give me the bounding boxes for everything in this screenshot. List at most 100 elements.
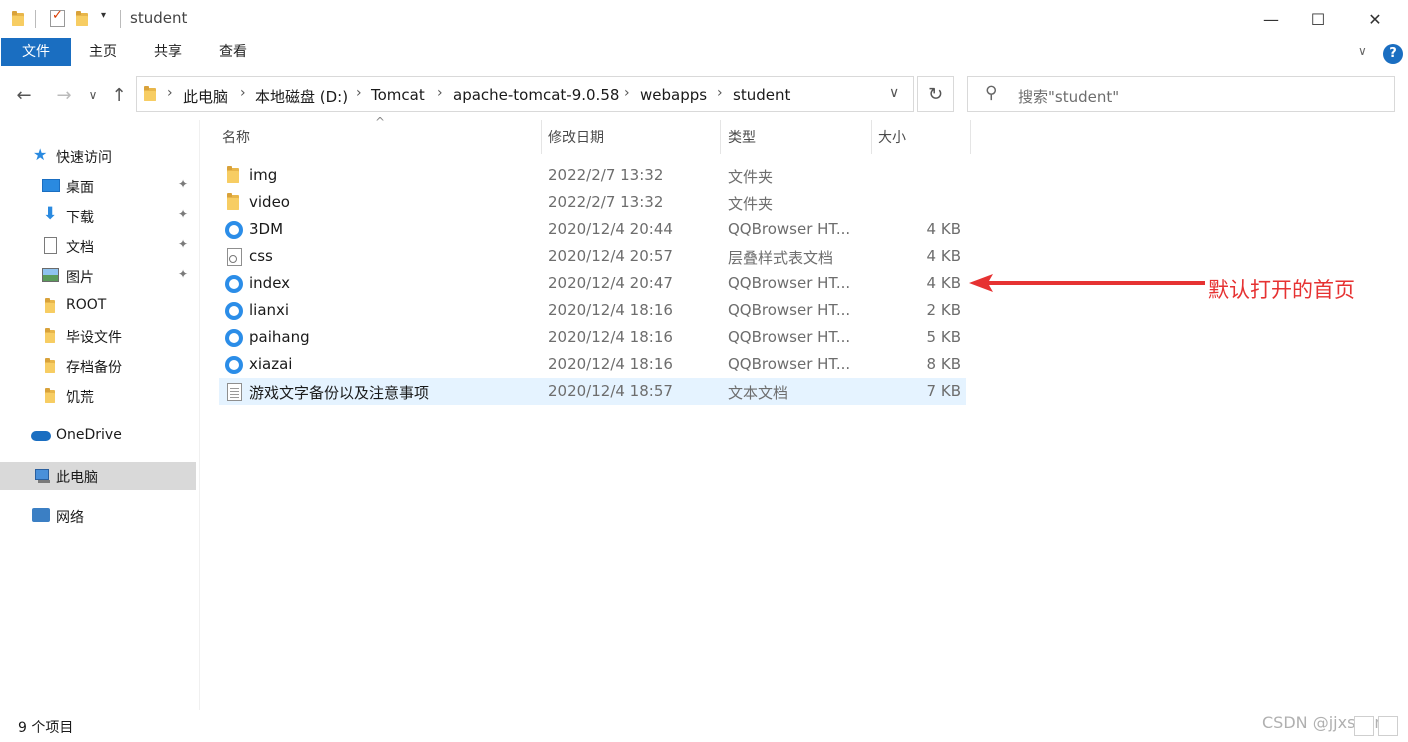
refresh-button[interactable]: ↻ <box>917 76 954 112</box>
toolbar-divider <box>35 10 36 28</box>
breadcrumb-separator[interactable]: › <box>356 85 362 101</box>
document-icon <box>44 237 57 254</box>
pin-icon[interactable]: ✦ <box>178 177 188 191</box>
ribbon-tabs: 文件 主页 共享 查看 <box>0 38 1408 68</box>
download-arrow-icon: ⬇ <box>43 204 58 224</box>
pane-divider[interactable] <box>199 120 200 710</box>
nav-quick-access[interactable]: ★ 快速访问 <box>0 142 196 170</box>
search-input[interactable]: ⚲ 搜索"student" <box>967 76 1395 112</box>
column-header-name[interactable]: 名称 <box>222 127 250 153</box>
file-size: 5 KB <box>926 328 961 346</box>
nav-item-archive-backup[interactable]: 存档备份 <box>0 352 196 380</box>
new-folder-icon[interactable] <box>76 11 88 26</box>
nav-label: 存档备份 <box>66 360 122 376</box>
file-row-paihang[interactable]: paihang 2020/12/4 18:16 QQBrowser HT... … <box>219 324 966 351</box>
column-header-size[interactable]: 大小 <box>878 127 906 153</box>
computer-base <box>38 480 50 483</box>
file-row-video[interactable]: video 2022/2/7 13:32 文件夹 <box>219 189 966 216</box>
tab-share[interactable]: 共享 <box>147 38 189 66</box>
large-icons-view-button[interactable] <box>1378 716 1398 736</box>
nav-item-root[interactable]: ROOT <box>0 292 196 320</box>
nav-onedrive[interactable]: OneDrive <box>0 422 196 450</box>
nav-item-graduation-files[interactable]: 毕设文件 <box>0 322 196 350</box>
nav-item-pictures[interactable]: 图片 ✦ <box>0 262 196 290</box>
breadcrumb-separator[interactable]: › <box>624 85 630 101</box>
breadcrumb-apache-tomcat[interactable]: apache-tomcat-9.0.58 <box>453 86 619 104</box>
customize-quick-access-icon[interactable]: ▾ <box>101 10 106 21</box>
tab-file[interactable]: 文件 <box>1 38 71 66</box>
breadcrumb-separator[interactable]: › <box>437 85 443 101</box>
breadcrumb-separator[interactable]: › <box>167 85 173 101</box>
nav-item-desktop[interactable]: 桌面 ✦ <box>0 172 196 200</box>
search-icon: ⚲ <box>985 83 998 103</box>
pin-icon[interactable]: ✦ <box>178 207 188 221</box>
details-view-button[interactable] <box>1354 716 1374 736</box>
close-button[interactable]: ✕ <box>1352 0 1398 38</box>
breadcrumb-drive-d[interactable]: 本地磁盘 (D:) <box>255 86 348 107</box>
column-divider[interactable] <box>871 120 872 154</box>
folder-icon <box>45 328 55 343</box>
up-button[interactable]: ↑ <box>105 80 133 110</box>
file-row-css[interactable]: css 2020/12/4 20:57 层叠样式表文档 4 KB <box>219 243 966 270</box>
file-type: 层叠样式表文档 <box>728 249 834 267</box>
file-type: 文件夹 <box>728 168 774 186</box>
minimize-button[interactable]: — <box>1248 0 1294 38</box>
breadcrumb-webapps[interactable]: webapps <box>640 86 707 104</box>
column-header-date[interactable]: 修改日期 <box>548 127 604 153</box>
pin-icon[interactable]: ✦ <box>178 267 188 281</box>
html-file-icon <box>225 302 243 320</box>
properties-icon[interactable]: ✓ <box>50 8 65 27</box>
folder-icon <box>144 86 156 101</box>
tab-home[interactable]: 主页 <box>82 38 124 66</box>
address-dropdown-icon[interactable]: ∨ <box>889 85 899 101</box>
nav-item-documents[interactable]: 文档 ✦ <box>0 232 196 260</box>
help-icon[interactable]: ? <box>1383 44 1403 64</box>
star-icon: ★ <box>33 145 48 164</box>
nav-item-downloads[interactable]: ⬇ 下载 ✦ <box>0 202 196 230</box>
maximize-button[interactable]: ☐ <box>1295 0 1341 38</box>
file-row-lianxi[interactable]: lianxi 2020/12/4 18:16 QQBrowser HT... 2… <box>219 297 966 324</box>
file-name: css <box>249 247 273 265</box>
title-bar: ✓ ▾ student — ☐ ✕ <box>0 0 1408 38</box>
nav-label: ROOT <box>66 297 107 313</box>
file-row-img[interactable]: img 2022/2/7 13:32 文件夹 <box>219 162 966 189</box>
breadcrumb-separator[interactable]: › <box>717 85 723 101</box>
tab-view[interactable]: 查看 <box>212 38 254 66</box>
recent-locations-button[interactable]: ∨ <box>82 80 104 110</box>
nav-label: 文档 <box>66 240 94 256</box>
file-type: QQBrowser HT... <box>728 220 851 238</box>
expand-ribbon-icon[interactable]: ∨ <box>1358 44 1367 58</box>
file-date: 2020/12/4 18:16 <box>548 301 673 319</box>
breadcrumb-separator[interactable]: › <box>240 85 246 101</box>
window-title: student <box>130 9 188 27</box>
column-divider[interactable] <box>720 120 721 154</box>
nav-label: 毕设文件 <box>66 330 122 346</box>
breadcrumb-tomcat[interactable]: Tomcat <box>371 86 425 104</box>
navigation-pane: ★ 快速访问 桌面 ✦ ⬇ 下载 ✦ 文档 ✦ 图片 ✦ ROOT 毕设文件 存… <box>0 120 197 710</box>
back-button[interactable]: ← <box>10 80 38 110</box>
folder-icon <box>45 298 55 313</box>
file-row-xiazai[interactable]: xiazai 2020/12/4 18:16 QQBrowser HT... 8… <box>219 351 966 378</box>
file-name: lianxi <box>249 301 290 319</box>
file-row-game-notes[interactable]: 游戏文字备份以及注意事项 2020/12/4 18:57 文本文档 7 KB <box>219 378 966 405</box>
file-date: 2022/2/7 13:32 <box>548 193 664 211</box>
forward-button[interactable]: → <box>50 80 78 110</box>
pin-icon[interactable]: ✦ <box>178 237 188 251</box>
nav-item-dont-starve[interactable]: 饥荒 <box>0 382 196 410</box>
column-header-type[interactable]: 类型 <box>728 127 756 153</box>
nav-label: OneDrive <box>56 427 122 443</box>
column-divider[interactable] <box>970 120 971 154</box>
file-row-3dm[interactable]: 3DM 2020/12/4 20:44 QQBrowser HT... 4 KB <box>219 216 966 243</box>
breadcrumb-this-pc[interactable]: 此电脑 <box>183 86 228 107</box>
file-type: 文本文档 <box>728 384 789 402</box>
column-divider[interactable] <box>541 120 542 154</box>
file-row-index[interactable]: index 2020/12/4 20:47 QQBrowser HT... 4 … <box>219 270 966 297</box>
address-bar[interactable]: › 此电脑 › 本地磁盘 (D:) › Tomcat › apache-tomc… <box>136 76 914 112</box>
file-size: 2 KB <box>926 301 961 319</box>
text-file-icon <box>227 383 242 401</box>
desktop-icon <box>42 179 60 192</box>
file-name: index <box>249 274 291 292</box>
nav-network[interactable]: 网络 <box>0 502 196 530</box>
nav-this-pc[interactable]: 此电脑 <box>0 462 196 490</box>
breadcrumb-student[interactable]: student <box>733 86 790 104</box>
